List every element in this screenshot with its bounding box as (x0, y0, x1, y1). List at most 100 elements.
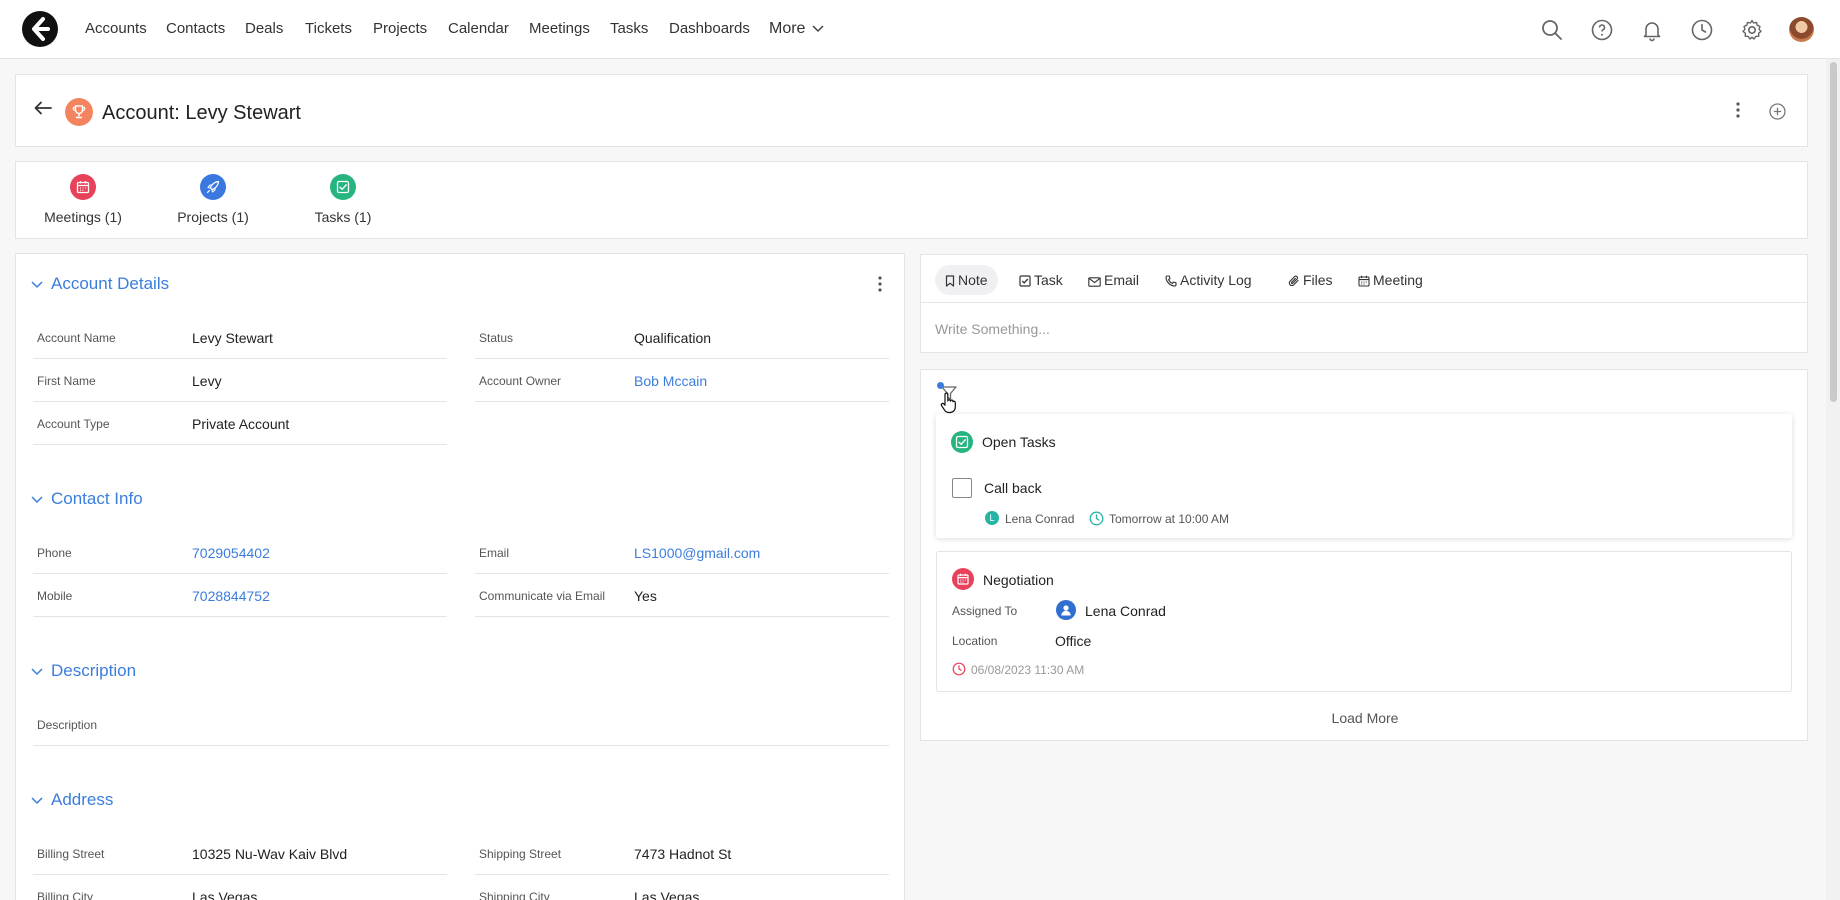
field-label: Status (479, 331, 514, 345)
assignee-avatar (1056, 600, 1076, 620)
nav-projects[interactable]: Projects (373, 20, 427, 37)
add-circle-icon[interactable] (1769, 103, 1786, 120)
tab-activity-log[interactable]: Activity Log (1155, 265, 1262, 295)
record-header: Account: Levy Stewart (15, 74, 1808, 147)
field-label: Billing Street (37, 847, 105, 861)
nav-tasks[interactable]: Tasks (610, 20, 648, 37)
section-title-account-details: Account Details (51, 274, 170, 293)
email-link[interactable]: LS1000@gmail.com (634, 545, 760, 561)
field-label: Account Owner (479, 374, 562, 388)
scrollbar-thumb[interactable] (1830, 62, 1837, 402)
nav-meetings[interactable]: Meetings (529, 20, 590, 37)
related-projects[interactable]: Projects (1) (148, 174, 278, 225)
nav-more-menu[interactable]: More (769, 20, 824, 38)
field-billing-street: Billing Street 10325 Nu-Wav Kaiv Blvd (33, 832, 447, 875)
load-more-button[interactable]: Load More (921, 710, 1809, 726)
field-account-owner: Account Owner Bob Mccain (475, 359, 889, 402)
help-icon[interactable] (1590, 18, 1614, 42)
chevron-down-icon (812, 25, 824, 32)
open-tasks-badge (951, 431, 973, 453)
field-value[interactable]: 7473 Hadnot St (634, 846, 731, 862)
account-details-panel: Account Details Account Name Levy Stewar… (15, 253, 905, 900)
field-communicate-via-email: Communicate via Email Yes (475, 574, 889, 617)
section-title-address: Address (51, 790, 114, 809)
meeting-card[interactable]: Negotiation Assigned To Lena Conrad Loca… (936, 551, 1792, 692)
tab-note-label: Note (958, 272, 988, 288)
nav-deals[interactable]: Deals (245, 20, 283, 37)
related-projects-label: Projects (1) (177, 209, 249, 225)
field-label: First Name (37, 374, 96, 388)
related-projects-badge (200, 174, 226, 200)
section-more-options-icon[interactable] (877, 276, 883, 292)
tab-meeting[interactable]: Meeting (1348, 265, 1433, 295)
tab-note[interactable]: Note (935, 265, 998, 295)
section-toggle-account-details[interactable]: Account Details (31, 274, 169, 294)
field-value[interactable]: Las Vegas (192, 889, 257, 900)
task-name[interactable]: Call back (984, 480, 1042, 496)
field-label: Email (479, 546, 510, 560)
field-label: Shipping City (479, 890, 550, 900)
field-email: Email LS1000@gmail.com (475, 531, 889, 574)
phone-icon (1165, 275, 1177, 287)
checkbox-icon (1019, 275, 1031, 287)
field-value[interactable]: Qualification (634, 330, 711, 346)
related-meetings[interactable]: Meetings (1) (18, 174, 148, 225)
search-icon[interactable] (1540, 18, 1564, 42)
field-value[interactable]: Las Vegas (634, 889, 699, 900)
back-arrow-icon[interactable] (34, 101, 52, 115)
chevron-down-icon (31, 280, 43, 288)
page-title: Account: Levy Stewart (102, 102, 301, 124)
field-label: Shipping Street (479, 847, 562, 861)
section-toggle-contact-info[interactable]: Contact Info (31, 489, 143, 509)
section-toggle-description[interactable]: Description (31, 661, 136, 681)
composer-divider (921, 302, 1807, 303)
clock-icon[interactable] (1690, 18, 1714, 42)
app-logo[interactable] (22, 11, 58, 47)
tab-email[interactable]: Email (1078, 265, 1149, 295)
mobile-link[interactable]: 7028844752 (192, 588, 270, 604)
field-account-type: Account Type Private Account (33, 402, 447, 445)
account-owner-link[interactable]: Bob Mccain (634, 373, 707, 389)
calendar-icon (76, 181, 90, 194)
gear-icon[interactable] (1740, 18, 1764, 42)
bell-icon[interactable] (1640, 18, 1664, 42)
nav-dashboards[interactable]: Dashboards (669, 20, 750, 37)
nav-accounts[interactable]: Accounts (85, 20, 147, 37)
hand-cursor-icon (940, 392, 956, 414)
user-icon (1061, 605, 1071, 616)
open-tasks-card: Open Tasks Call back L Lena Conrad Tomor… (936, 414, 1792, 538)
filter-active-dot (937, 382, 944, 389)
field-value[interactable]: Levy Stewart (192, 330, 273, 346)
field-value[interactable]: 10325 Nu-Wav Kaiv Blvd (192, 846, 347, 862)
bookmark-icon (945, 275, 955, 287)
nav-calendar[interactable]: Calendar (448, 20, 509, 37)
related-tasks[interactable]: Tasks (1) (278, 174, 408, 225)
activity-composer: Note Task Email Activity Log Files Meeti… (920, 254, 1808, 353)
checkbox-icon (336, 180, 350, 194)
field-value[interactable]: Levy (192, 373, 222, 389)
field-status: Status Qualification (475, 316, 889, 359)
tab-files[interactable]: Files (1278, 265, 1343, 295)
meeting-location: Office (1055, 633, 1092, 649)
section-toggle-address[interactable]: Address (31, 790, 113, 810)
phone-link[interactable]: 7029054402 (192, 545, 270, 561)
field-description[interactable]: Description (33, 703, 889, 746)
field-value[interactable]: Private Account (192, 416, 289, 432)
tab-files-label: Files (1303, 272, 1333, 288)
field-label: Account Name (37, 331, 116, 345)
user-avatar[interactable] (1789, 17, 1814, 42)
field-label: Billing City (37, 890, 94, 900)
field-label: Mobile (37, 589, 73, 603)
field-label: Communicate via Email (479, 589, 606, 603)
nav-tickets[interactable]: Tickets (305, 20, 352, 37)
more-options-icon[interactable] (1735, 102, 1741, 118)
task-complete-checkbox[interactable] (952, 478, 972, 498)
field-value[interactable]: Yes (634, 588, 657, 604)
tab-task[interactable]: Task (1009, 265, 1073, 295)
note-input[interactable] (935, 321, 1785, 337)
field-shipping-street: Shipping Street 7473 Hadnot St (475, 832, 889, 875)
tab-email-label: Email (1104, 272, 1140, 288)
meeting-badge (952, 568, 974, 590)
section-title-contact-info: Contact Info (51, 489, 143, 508)
nav-contacts[interactable]: Contacts (166, 20, 225, 37)
